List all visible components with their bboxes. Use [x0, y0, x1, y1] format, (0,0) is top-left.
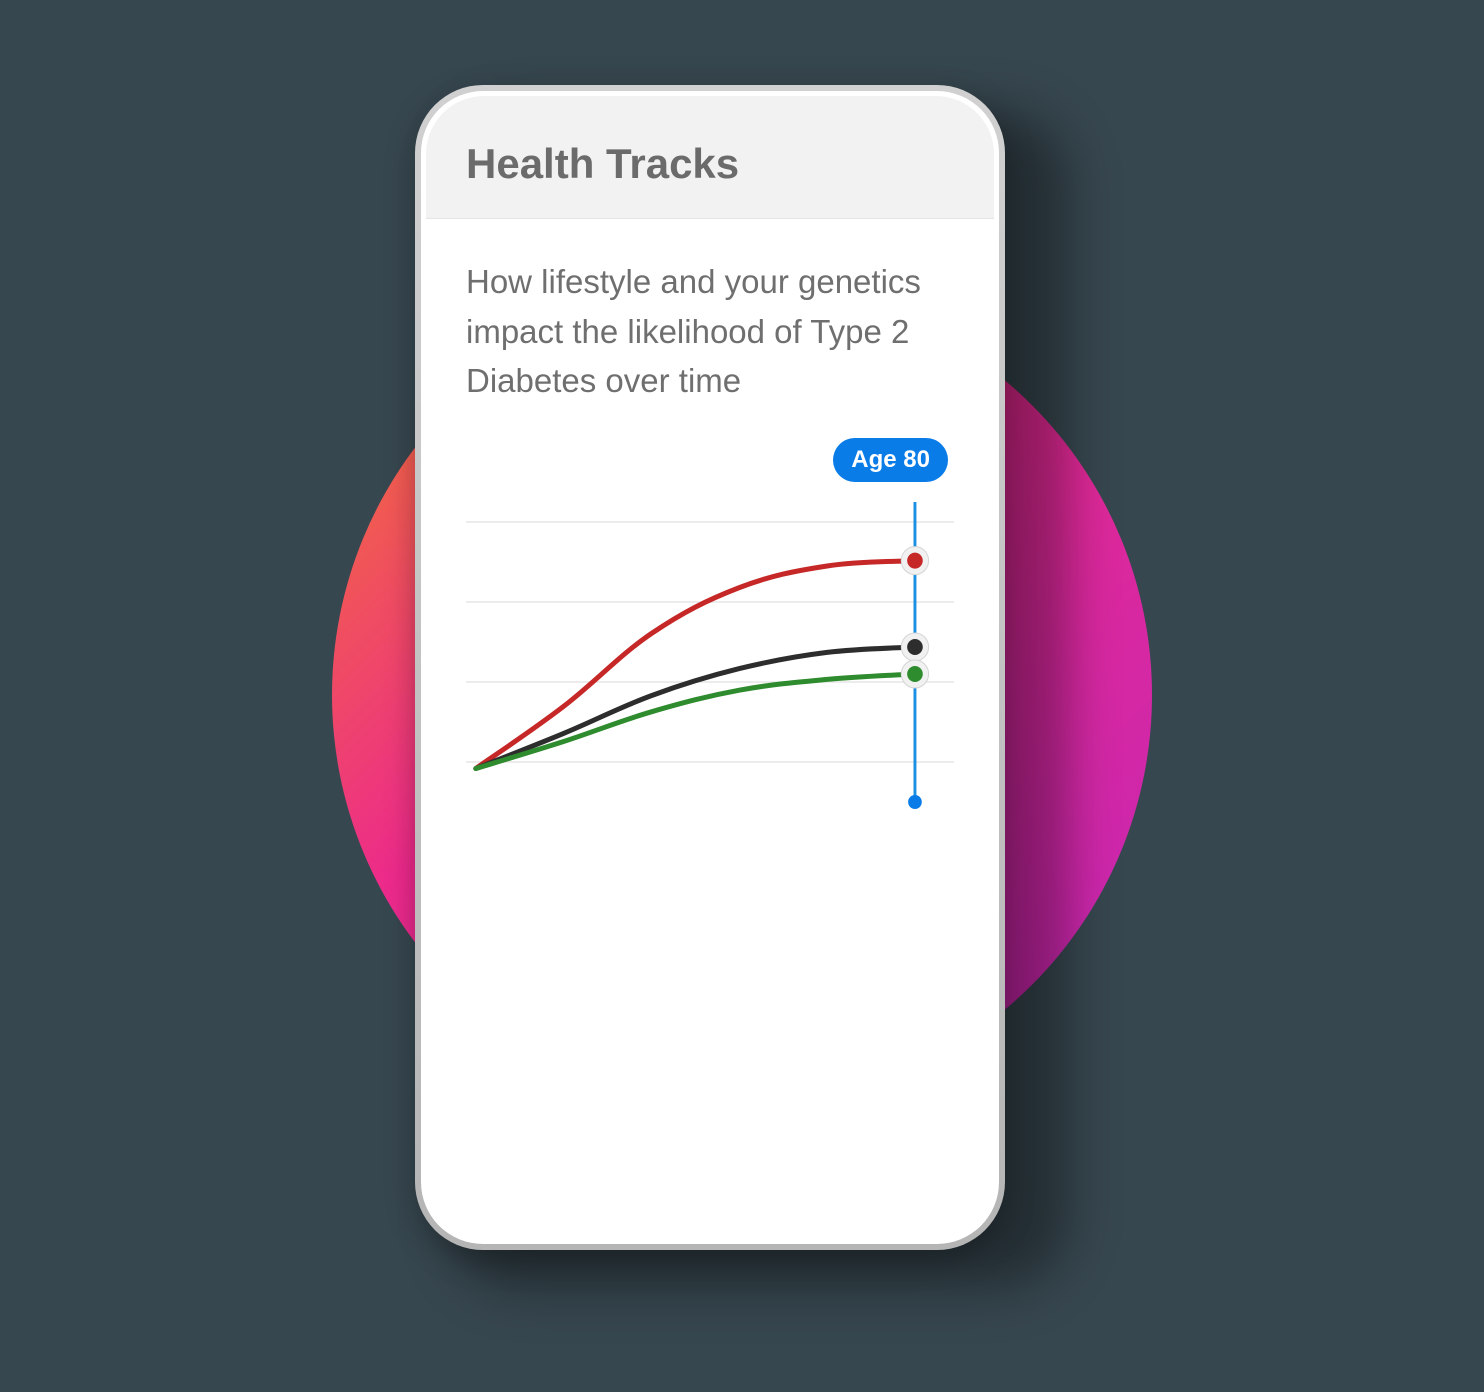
page-title: Health Tracks: [466, 140, 954, 188]
app-header: Health Tracks: [426, 96, 994, 219]
marker-handle-icon[interactable]: [908, 795, 922, 809]
series-high-risk: [476, 560, 915, 768]
chart-description: How lifestyle and your genetics impact t…: [466, 257, 954, 406]
phone-bezel: Health Tracks How lifestyle and your gen…: [421, 91, 999, 1244]
phone-mockup: Health Tracks How lifestyle and your gen…: [415, 85, 1005, 1250]
app-content: How lifestyle and your genetics impact t…: [426, 219, 994, 862]
chart-svg: [466, 482, 954, 842]
app-screen: Health Tracks How lifestyle and your gen…: [426, 96, 994, 1239]
dot-baseline: [901, 633, 928, 661]
risk-chart: Age 80: [466, 442, 954, 862]
promo-canvas: Health Tracks How lifestyle and your gen…: [0, 0, 1484, 1392]
dot-high-risk: [901, 546, 928, 574]
age-marker-pill[interactable]: Age 80: [833, 438, 948, 482]
dot-healthy: [901, 660, 928, 688]
